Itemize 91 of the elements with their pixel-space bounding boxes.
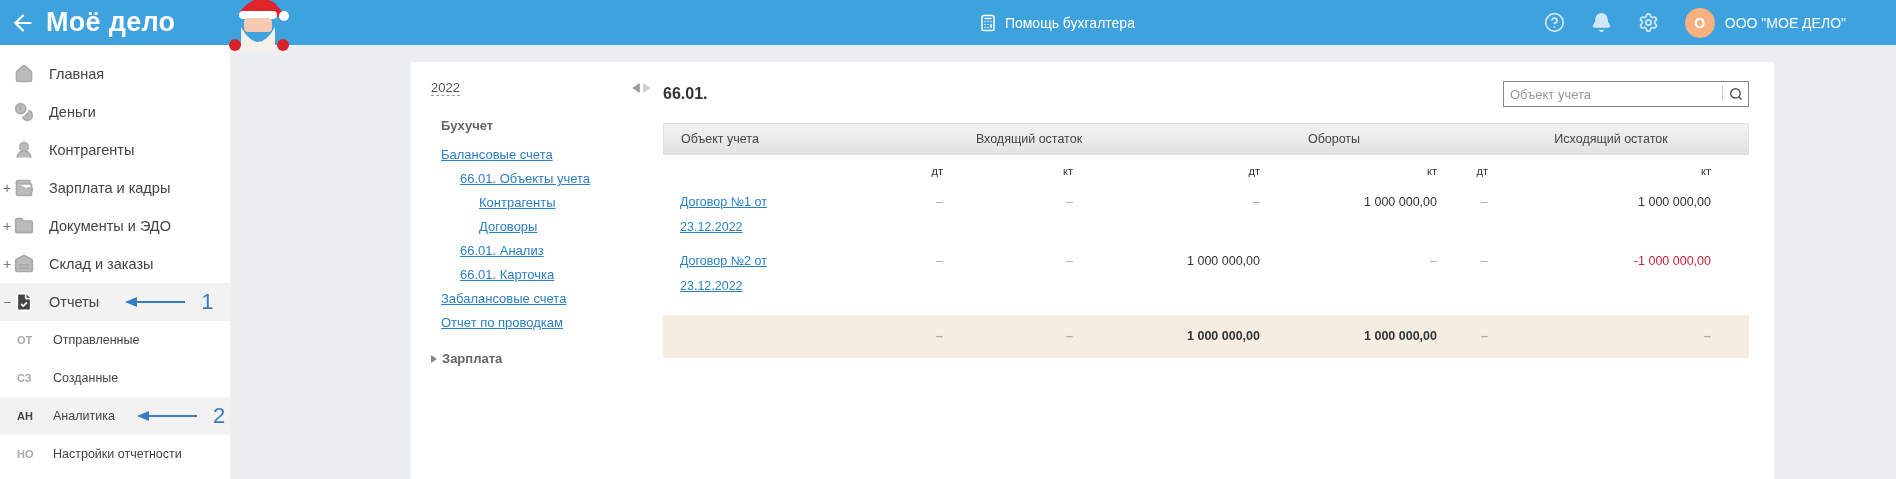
column-header: Исходящий остаток: [1553, 132, 1669, 146]
table-cell-text: –: [1480, 328, 1488, 345]
expander[interactable]: +: [0, 218, 14, 234]
sidebar-label[interactable]: Главная: [49, 66, 105, 82]
object-link[interactable]: Договор №1 от 23.12.2022: [663, 190, 790, 240]
sidebar-item[interactable]: + Зарплата и кадры: [0, 169, 230, 207]
section-title[interactable]: Зарплата: [442, 351, 503, 366]
table-cell-text: –: [935, 253, 943, 270]
bell-icon[interactable]: [1590, 12, 1612, 33]
sidebar-subitem[interactable]: СЗ Созданные: [0, 359, 230, 397]
table-cell-text: –: [1703, 328, 1711, 345]
column-header: Входящий остаток: [974, 132, 1084, 146]
table-cell-text: –: [1252, 194, 1260, 211]
sidebar-subitem[interactable]: НО Настройки отчетности: [0, 435, 230, 473]
column-header: Обороты: [1306, 132, 1362, 146]
warehouse-icon: [14, 254, 36, 274]
subcolumn-header: дт: [1475, 165, 1488, 177]
subcolumn-header: кт: [1700, 165, 1711, 177]
wallet-icon: [14, 178, 36, 198]
report-link[interactable]: Договоры: [479, 215, 538, 239]
report-link[interactable]: Контрагенты: [479, 191, 556, 215]
sidebar-item[interactable]: − Отчеты 1: [0, 283, 230, 321]
sidebar-label[interactable]: Созданные: [53, 371, 119, 385]
subitem-abbreviation: НО: [16, 448, 35, 460]
search-field[interactable]: Объект учета: [1503, 81, 1749, 107]
annotation-number: 1: [201, 289, 214, 315]
calculator-icon: [978, 13, 997, 32]
table-cell-text: 1 000 000,00: [1363, 328, 1437, 345]
sidebar-item[interactable]: Контрагенты: [0, 131, 230, 169]
table-cell-text: 1 000 000,00: [1186, 328, 1260, 345]
coins-icon: [14, 102, 36, 122]
sidebar-subitem[interactable]: АН Аналитика 2: [0, 397, 230, 435]
previous-icon[interactable]: [632, 83, 640, 93]
help-icon[interactable]: [1543, 12, 1565, 33]
table-cell-text: –: [935, 328, 943, 345]
table-cell-text: –: [935, 194, 943, 211]
report-link[interactable]: Балансовые счета: [441, 143, 553, 167]
table-cell-text: –: [1065, 194, 1073, 211]
search-icon[interactable]: [1729, 87, 1743, 101]
sidebar-label[interactable]: Документы и ЭДО: [49, 218, 171, 234]
folder-icon: [14, 216, 36, 236]
table-cell-text: 1 000 000,00: [1186, 253, 1260, 270]
table-cell-text: –: [1480, 194, 1488, 211]
report-link[interactable]: 66.01. Карточка: [460, 263, 555, 287]
subcolumn-header: дт: [1247, 165, 1260, 177]
expand-triangle-icon[interactable]: [431, 354, 437, 363]
table-cell-text: 1 000 000,00: [1363, 194, 1437, 211]
logo: Моё дело: [46, 7, 176, 38]
table-cell-text: –: [1065, 253, 1073, 270]
sidebar-item[interactable]: + Документы и ЭДО: [0, 207, 230, 245]
sidebar-label[interactable]: Отчеты: [49, 294, 100, 310]
subcolumn-header: кт: [1426, 165, 1437, 177]
annotation-arrow: [136, 410, 199, 422]
report-link[interactable]: 66.01. Анализ: [460, 239, 544, 263]
settings-icon[interactable]: [1637, 12, 1659, 33]
sidebar-label[interactable]: Контрагенты: [49, 142, 135, 158]
table-cell-text: -1 000 000,00: [1632, 253, 1711, 270]
sidebar-item[interactable]: Главная: [0, 55, 230, 93]
sidebar-label[interactable]: Зарплата и кадры: [49, 180, 171, 196]
year-selector[interactable]: 2022: [431, 80, 460, 96]
sidebar-label[interactable]: Склад и заказы: [49, 256, 154, 272]
expander[interactable]: +: [0, 180, 14, 196]
subcolumn-header: кт: [1062, 165, 1073, 177]
table-cell-text: –: [1429, 253, 1437, 270]
sidebar-subitem[interactable]: ОТ Отправленные: [0, 321, 230, 359]
sidebar-label[interactable]: Отправленные: [53, 333, 140, 347]
subitem-abbreviation: ОТ: [16, 334, 34, 346]
report-link[interactable]: Забалансовые счета: [441, 287, 567, 311]
expander[interactable]: +: [0, 256, 14, 272]
column-header: Объект учета: [680, 132, 760, 146]
next-icon[interactable]: [643, 83, 651, 93]
object-link[interactable]: Договор №2 от 23.12.2022: [663, 249, 790, 299]
subcolumn-header: дт: [930, 165, 943, 177]
sidebar-item[interactable]: Деньги: [0, 93, 230, 131]
sidebar-label[interactable]: Настройки отчетности: [53, 447, 182, 461]
subitem-abbreviation: СЗ: [16, 372, 33, 384]
report-title: 66.01.: [663, 85, 708, 103]
sidebar-label[interactable]: Аналитика: [53, 409, 115, 423]
table-cell-text: –: [1480, 253, 1488, 270]
sidebar-label[interactable]: Деньги: [49, 104, 96, 120]
header-title: Помощь бухгалтера: [1004, 14, 1135, 31]
annotation-arrow: [125, 296, 188, 308]
sidebar-item[interactable]: + Склад и заказы: [0, 245, 230, 283]
subitem-abbreviation: АН: [16, 410, 34, 422]
section-title: Бухучет: [441, 118, 495, 133]
expander[interactable]: −: [0, 294, 14, 310]
table-cell-text: 1 000 000,00: [1637, 194, 1711, 211]
report-link[interactable]: Отчет по проводкам: [441, 311, 563, 335]
annotation-number: 2: [212, 403, 226, 429]
table-cell-text: –: [1065, 328, 1073, 345]
report-link[interactable]: 66.01. Объекты учета: [460, 167, 591, 191]
